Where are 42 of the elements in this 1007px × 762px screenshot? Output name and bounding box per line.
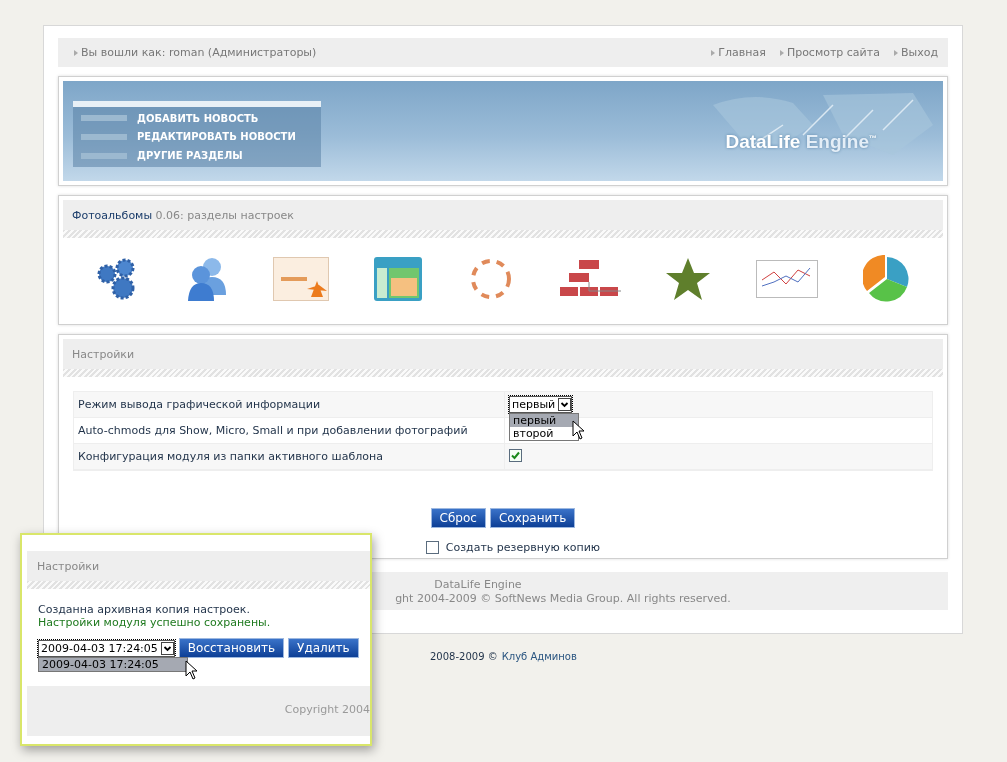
panel-title: Фотоальбомы 0.06: разделы настроек <box>72 208 294 222</box>
bullet-icon <box>779 49 784 56</box>
panel-title: Настройки <box>72 347 135 361</box>
checkbox[interactable] <box>425 541 439 554</box>
form-button[interactable]: Сохранить <box>489 508 576 528</box>
hierarchy-icon[interactable] <box>558 259 621 299</box>
credit-link[interactable]: Клуб Админов <box>501 651 577 662</box>
setting-label: Конфигурация модуля из папки активного шаблона <box>74 444 505 469</box>
layout-icon[interactable] <box>373 256 424 302</box>
form-button[interactable]: Сброс <box>430 508 486 528</box>
dropdown-option[interactable]: первый <box>510 414 578 427</box>
bullet-icon <box>893 49 898 56</box>
bullet-icon <box>74 49 78 56</box>
bullet-icon <box>711 49 716 56</box>
star-icon[interactable] <box>665 256 712 302</box>
setting-label: Auto-chmods для Show, Micro, Small и при добавлении фотографий <box>74 418 505 443</box>
panel-title: Настройки <box>37 559 100 573</box>
backup-dropdown[interactable]: 2009-04-03 17:24:05 <box>38 639 175 657</box>
checkbox-label: Создать резервную копию <box>445 541 601 554</box>
status-message: Созданна архивная копия настроек. <box>38 603 251 616</box>
footer-title: DataLife Engine <box>434 577 522 591</box>
caret-icon <box>558 398 572 411</box>
login-status: Вы вошли как: roman (Администраторы) <box>81 46 317 59</box>
form-button[interactable]: Удалить <box>288 638 359 658</box>
pie-chart-icon[interactable] <box>862 255 911 303</box>
form-button[interactable]: Восстановить <box>178 638 285 658</box>
album-cover-icon[interactable] <box>272 257 329 301</box>
setting-label: Режим вывода графической информации <box>74 392 505 417</box>
nav-link[interactable]: Просмотр сайта <box>779 46 880 59</box>
mode-dropdown[interactable]: первый <box>509 396 573 413</box>
status-message: Настройки модуля успешно сохранены. <box>38 616 272 629</box>
copyright-text: Copyright 2004 <box>284 703 370 716</box>
nav-link[interactable]: Выход <box>893 46 938 59</box>
nav-link[interactable]: Главная <box>711 46 766 59</box>
line-chart-icon[interactable] <box>755 260 818 298</box>
caret-icon <box>160 641 174 655</box>
users-icon[interactable] <box>186 255 228 303</box>
dropdown-option[interactable]: 2009-04-03 17:24:05 <box>39 657 187 671</box>
checkbox[interactable] <box>509 449 522 462</box>
copyright-text: ght 2004-2009 © SoftNews Media Group. All rights reserved. <box>395 591 731 605</box>
credit-years: 2008-2009 © <box>430 651 498 662</box>
product-logo: DataLife Engine$^{™}$ <box>725 131 877 153</box>
